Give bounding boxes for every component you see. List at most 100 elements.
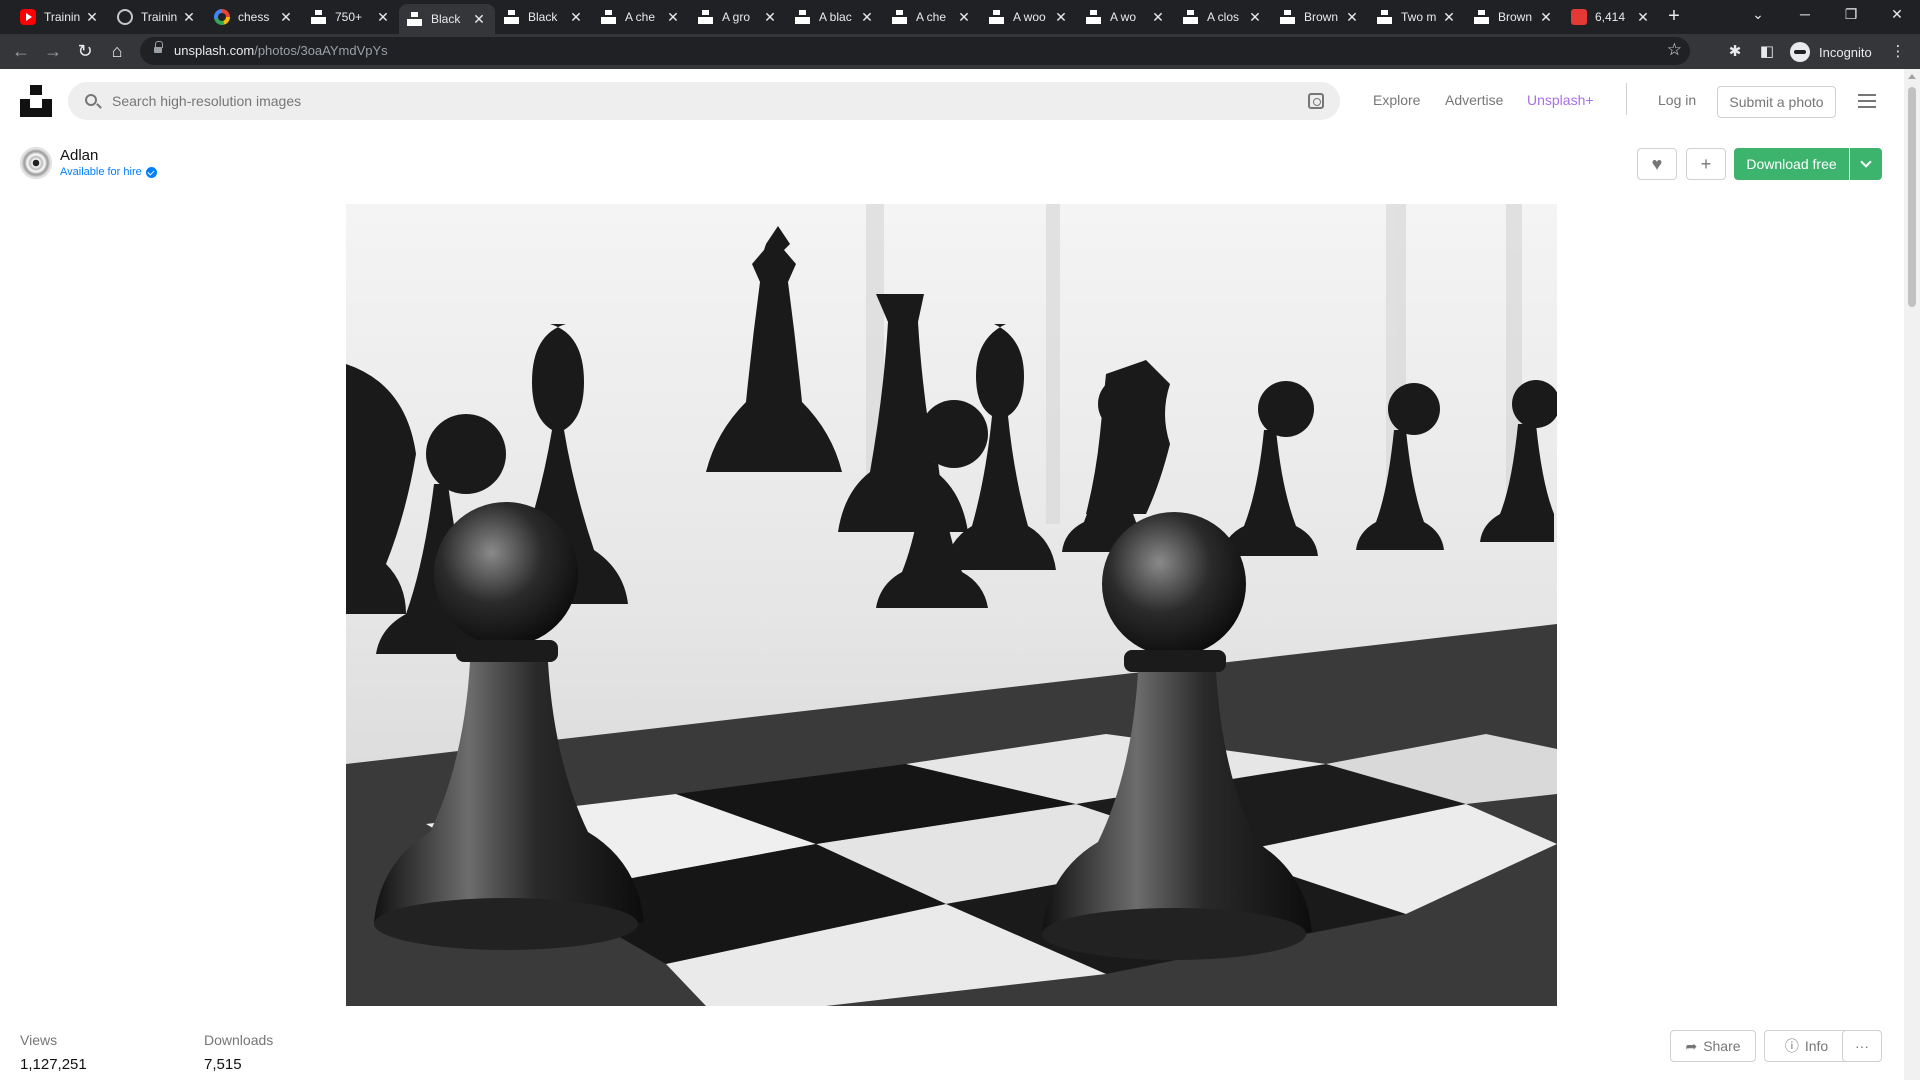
tab-750[interactable]: 750+ ✕	[303, 2, 399, 32]
tab-black[interactable]: Black ✕	[496, 2, 592, 32]
url-text[interactable]: unsplash.com/photos/3oaAYmdVpYs	[174, 43, 388, 58]
share-label: Share	[1703, 1038, 1741, 1054]
tab-label: A wo	[1110, 10, 1137, 24]
profile-label: Incognito	[1819, 44, 1872, 60]
avatar[interactable]	[20, 147, 52, 179]
close-icon[interactable]: ✕	[1247, 9, 1263, 26]
visual-search-icon[interactable]	[1308, 93, 1324, 109]
scrollbar-thumb[interactable]	[1908, 87, 1916, 307]
close-icon[interactable]: ✕	[568, 9, 584, 26]
close-icon[interactable]: ✕	[1635, 9, 1651, 26]
tab-a-black[interactable]: A blac ✕	[787, 2, 883, 32]
restore-icon[interactable]: ❐	[1828, 0, 1874, 30]
address-bar[interactable]: unsplash.com/photos/3oaAYmdVpYs ☆	[140, 37, 1690, 65]
tab-youtube[interactable]: Trainin ✕	[12, 2, 108, 32]
minimize-icon[interactable]: ─	[1782, 0, 1828, 30]
close-icon[interactable]: ✕	[665, 9, 681, 26]
lock-icon[interactable]	[154, 41, 163, 55]
window-close-icon[interactable]: ✕	[1874, 0, 1920, 30]
close-icon[interactable]: ✕	[859, 9, 875, 26]
tab-label: Brown	[1498, 10, 1533, 24]
plus-icon: +	[1700, 154, 1712, 174]
close-icon[interactable]: ✕	[1053, 9, 1069, 26]
tab-label: Trainin	[44, 10, 81, 24]
downloads-label: Downloads	[204, 1032, 274, 1048]
nav-advertise[interactable]: Advertise	[1445, 92, 1503, 108]
page-scrollbar[interactable]	[1904, 69, 1920, 1080]
tab-6414[interactable]: 6,414 ✕	[1563, 2, 1659, 32]
tab-a-close[interactable]: A clos ✕	[1175, 2, 1271, 32]
tab-training[interactable]: Trainin ✕	[109, 2, 205, 32]
download-free-button[interactable]: Download free	[1734, 148, 1849, 180]
side-panel-icon[interactable]: ◧	[1755, 40, 1779, 64]
new-tab-plus-icon[interactable]: +	[1662, 4, 1686, 28]
search-input[interactable]	[112, 82, 1282, 120]
close-icon[interactable]: ✕	[84, 9, 100, 26]
tab-label: 6,414	[1595, 10, 1626, 24]
close-icon[interactable]: ✕	[1344, 9, 1360, 26]
scroll-up-arrow-icon[interactable]	[1908, 74, 1916, 79]
add-to-collection-button[interactable]: +	[1686, 148, 1726, 180]
browser-chrome: Trainin ✕ Trainin ✕ chess ✕ 750+ ✕ Black ✕ Bl…	[0, 0, 1920, 69]
close-icon[interactable]: ✕	[181, 9, 197, 26]
downloads-value: 7,515	[204, 1056, 242, 1073]
author-name[interactable]: Adlan	[60, 147, 157, 165]
unsplash-icon	[407, 11, 423, 27]
bookmark-star-icon[interactable]: ☆	[1667, 40, 1682, 60]
author-block[interactable]: Adlan Available for hire	[20, 147, 157, 179]
tab-a-group[interactable]: A gro ✕	[690, 2, 786, 32]
unsplash-icon	[1086, 9, 1102, 25]
close-icon[interactable]: ✕	[471, 11, 487, 28]
close-icon[interactable]: ✕	[1538, 9, 1554, 26]
unsplash-icon	[989, 9, 1005, 25]
like-heart-button[interactable]: ♥	[1637, 148, 1677, 180]
nav-explore[interactable]: Explore	[1373, 92, 1420, 108]
downloads-stat: Downloads 7,515	[204, 1032, 273, 1073]
heart-icon: ♥	[1651, 154, 1663, 174]
extensions-puzzle-icon[interactable]: ✱	[1723, 40, 1747, 64]
tab-a-chess[interactable]: A che ✕	[593, 2, 689, 32]
search-icon[interactable]	[85, 94, 97, 106]
download-size-chevron-icon[interactable]	[1850, 148, 1882, 180]
unsplash-logo[interactable]	[20, 85, 52, 117]
forward-arrow-icon[interactable]: →	[40, 39, 66, 65]
unsplash-icon	[1377, 9, 1393, 25]
unsplash-icon	[1280, 9, 1296, 25]
tab-brown-2[interactable]: Brown ✕	[1466, 2, 1562, 32]
tab-a-wood[interactable]: A woo ✕	[981, 2, 1077, 32]
reload-icon[interactable]: ↻	[72, 39, 98, 65]
close-icon[interactable]: ✕	[1441, 9, 1457, 26]
close-icon[interactable]: ✕	[1150, 9, 1166, 26]
browser-menu-icon[interactable]: ⋮	[1886, 40, 1910, 64]
tab-active[interactable]: Black ✕	[399, 4, 495, 34]
nav-unsplash-plus[interactable]: Unsplash+	[1527, 92, 1594, 108]
home-icon[interactable]: ⌂	[104, 39, 130, 65]
hire-status[interactable]: Available for hire	[60, 165, 157, 179]
close-icon[interactable]: ✕	[762, 9, 778, 26]
views-value: 1,127,251	[20, 1056, 87, 1073]
tab-label: chess	[238, 10, 270, 24]
tab-search-chevron-icon[interactable]: ⌄	[1735, 0, 1781, 30]
chess-photo[interactable]	[346, 204, 1557, 1006]
more-actions-button[interactable]: ···	[1842, 1030, 1882, 1062]
unsplash-icon	[601, 9, 617, 25]
browser-toolbar: ← → ↻ ⌂ unsplash.com/photos/3oaAYmdVpYs …	[0, 34, 1920, 69]
tab-two-m[interactable]: Two m ✕	[1369, 2, 1465, 32]
back-arrow-icon[interactable]: ←	[8, 39, 34, 65]
close-icon[interactable]: ✕	[956, 9, 972, 26]
views-label: Views	[20, 1032, 58, 1048]
incognito-profile[interactable]: Incognito	[1790, 40, 1872, 64]
tab-a-woman[interactable]: A wo ✕	[1078, 2, 1174, 32]
login-link[interactable]: Log in	[1658, 92, 1696, 108]
close-icon[interactable]: ✕	[375, 9, 391, 26]
close-icon[interactable]: ✕	[278, 9, 294, 26]
search-bar[interactable]	[68, 82, 1340, 120]
hamburger-menu-icon[interactable]	[1858, 94, 1876, 108]
info-button[interactable]: ⓘ Info	[1764, 1030, 1849, 1062]
share-button[interactable]: ➦ Share	[1670, 1030, 1756, 1062]
tab-google-chess[interactable]: chess ✕	[206, 2, 302, 32]
submit-photo-button[interactable]: Submit a photo	[1717, 86, 1836, 118]
tab-a-chess-2[interactable]: A che ✕	[884, 2, 980, 32]
unsplash-icon	[892, 9, 908, 25]
tab-brown[interactable]: Brown ✕	[1272, 2, 1368, 32]
